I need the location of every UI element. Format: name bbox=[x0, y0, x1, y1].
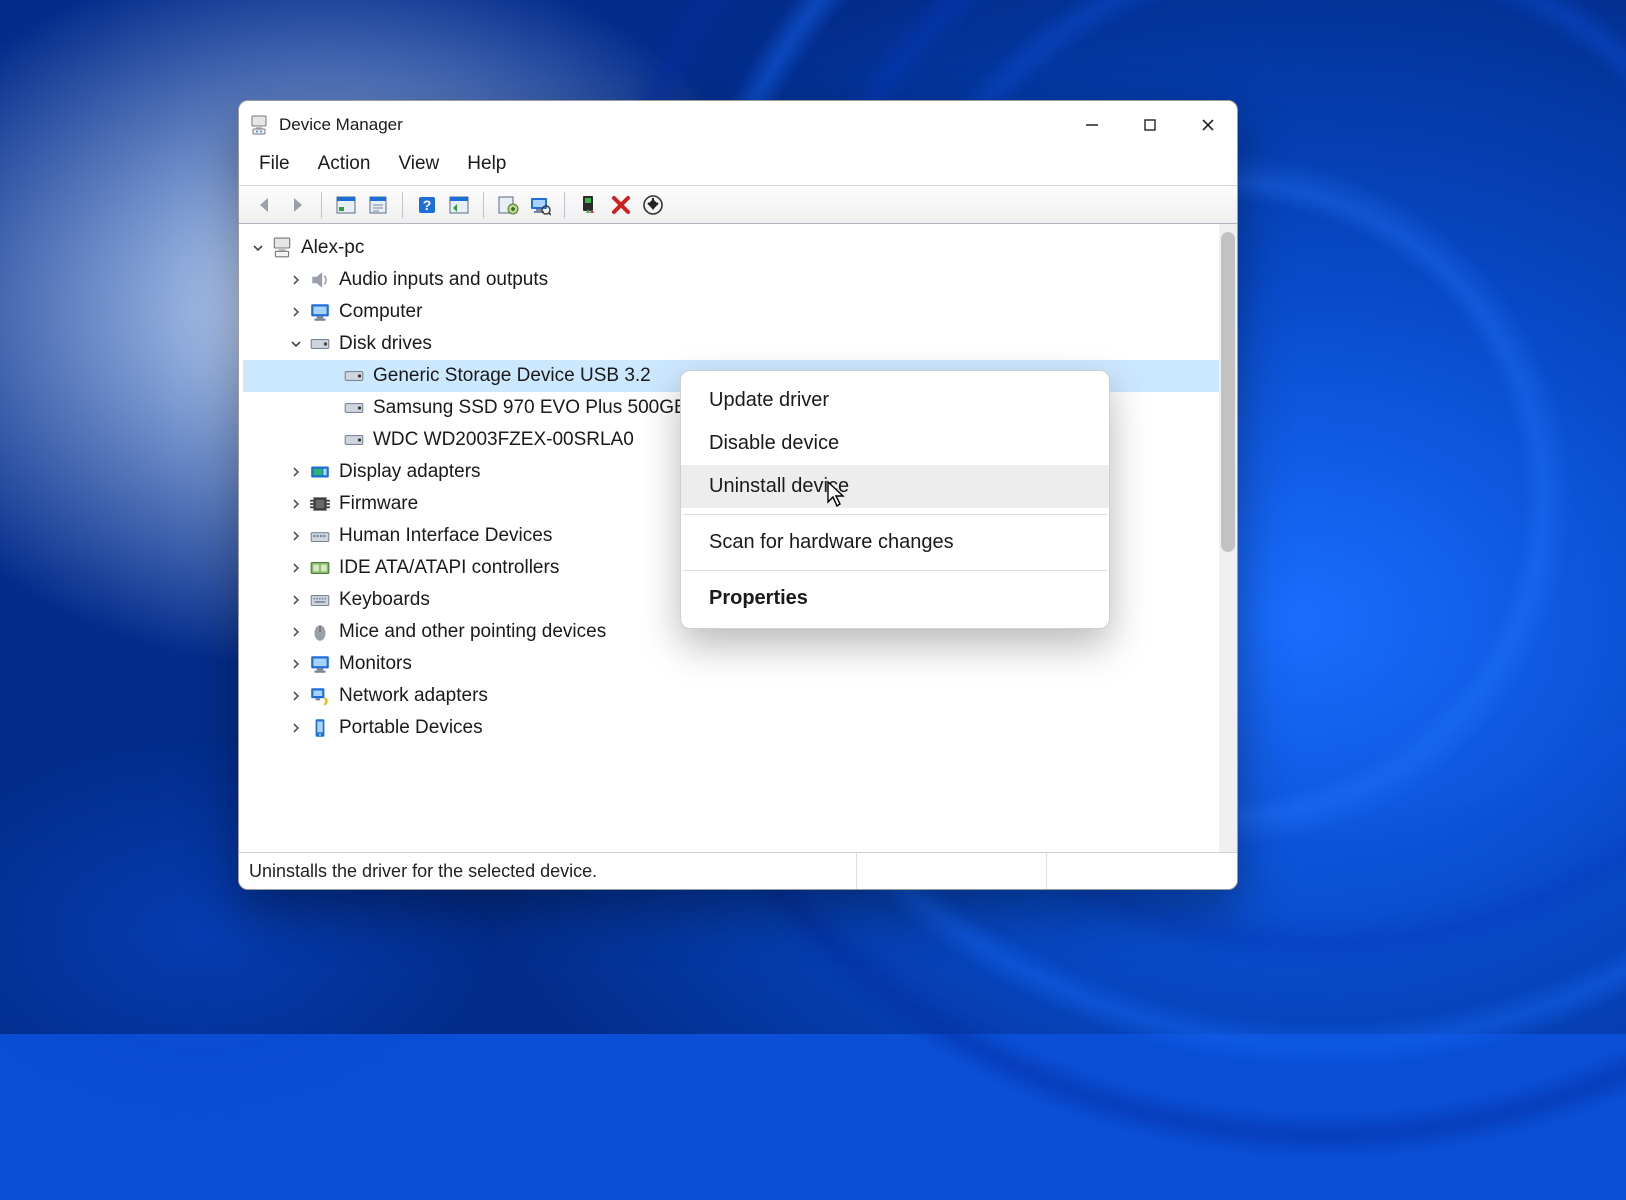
status-cell bbox=[1047, 853, 1237, 889]
tree-item-disk-drives[interactable]: Disk drives bbox=[243, 328, 1219, 360]
context-menu-separator bbox=[683, 570, 1107, 571]
menubar: File Action View Help bbox=[239, 149, 1237, 186]
toolbar-back-button[interactable] bbox=[251, 191, 279, 219]
toolbar-forward-button[interactable] bbox=[283, 191, 311, 219]
disk-icon bbox=[343, 429, 365, 451]
context-menu-properties[interactable]: Properties bbox=[681, 577, 1109, 620]
hid-icon bbox=[309, 525, 331, 547]
chevron-down-icon[interactable] bbox=[287, 335, 305, 353]
tree-item-label: Network adapters bbox=[339, 685, 488, 707]
network-icon bbox=[309, 685, 331, 707]
statusbar: Uninstalls the driver for the selected d… bbox=[239, 853, 1237, 889]
tree-root[interactable]: Alex-pc bbox=[243, 232, 1219, 264]
scrollbar[interactable] bbox=[1219, 224, 1237, 852]
tree-item-label: Monitors bbox=[339, 653, 412, 675]
monitor-icon bbox=[309, 301, 331, 323]
context-menu-scan-hardware[interactable]: Scan for hardware changes bbox=[681, 521, 1109, 564]
context-menu: Update driver Disable device Uninstall d… bbox=[680, 370, 1110, 629]
tree-item-label: Mice and other pointing devices bbox=[339, 621, 606, 643]
close-button[interactable] bbox=[1179, 101, 1237, 149]
tree-item-audio[interactable]: Audio inputs and outputs bbox=[243, 264, 1219, 296]
svg-text:?: ? bbox=[423, 197, 432, 213]
toolbar-disable-device-button[interactable] bbox=[639, 191, 667, 219]
tree-item-label: Disk drives bbox=[339, 333, 432, 355]
toolbar-help-button[interactable]: ? bbox=[413, 191, 441, 219]
tree-item-label: WDC WD2003FZEX-00SRLA0 bbox=[373, 429, 634, 451]
scrollbar-thumb[interactable] bbox=[1221, 232, 1235, 552]
tree-item-computer[interactable]: Computer bbox=[243, 296, 1219, 328]
chevron-right-icon[interactable] bbox=[287, 559, 305, 577]
chip-icon bbox=[309, 493, 331, 515]
tree-item-label: Firmware bbox=[339, 493, 418, 515]
chevron-down-icon[interactable] bbox=[249, 239, 267, 257]
ide-icon bbox=[309, 557, 331, 579]
toolbar: ? bbox=[239, 186, 1237, 224]
toolbar-scan-hardware-button[interactable] bbox=[526, 191, 554, 219]
tree-item-label: Audio inputs and outputs bbox=[339, 269, 548, 291]
maximize-button[interactable] bbox=[1121, 101, 1179, 149]
context-menu-update-driver[interactable]: Update driver bbox=[681, 379, 1109, 422]
tree-item-label: Computer bbox=[339, 301, 422, 323]
minimize-button[interactable] bbox=[1063, 101, 1121, 149]
keyboard-icon bbox=[309, 589, 331, 611]
chevron-right-icon[interactable] bbox=[287, 463, 305, 481]
tree-item-portable[interactable]: Portable Devices bbox=[243, 712, 1219, 744]
chevron-right-icon[interactable] bbox=[287, 303, 305, 321]
chevron-right-icon[interactable] bbox=[287, 655, 305, 673]
menu-file[interactable]: File bbox=[245, 149, 304, 181]
toolbar-uninstall-device-button[interactable] bbox=[607, 191, 635, 219]
status-text: Uninstalls the driver for the selected d… bbox=[239, 853, 857, 889]
toolbar-update-driver-button[interactable] bbox=[494, 191, 522, 219]
chevron-right-icon[interactable] bbox=[287, 527, 305, 545]
mouse-icon bbox=[309, 621, 331, 643]
chevron-right-icon[interactable] bbox=[287, 719, 305, 737]
tree-item-monitors[interactable]: Monitors bbox=[243, 648, 1219, 680]
status-cell bbox=[857, 853, 1047, 889]
tree-item-label: Generic Storage Device USB 3.2 bbox=[373, 365, 651, 387]
toolbar-action-list-button[interactable] bbox=[445, 191, 473, 219]
chevron-right-icon[interactable] bbox=[287, 495, 305, 513]
disk-icon bbox=[343, 365, 365, 387]
tree-item-label: Display adapters bbox=[339, 461, 481, 483]
speaker-icon bbox=[309, 269, 331, 291]
computer-icon bbox=[271, 237, 293, 259]
monitor-icon bbox=[309, 653, 331, 675]
menu-view[interactable]: View bbox=[384, 149, 453, 181]
chevron-right-icon[interactable] bbox=[287, 687, 305, 705]
titlebar[interactable]: Device Manager bbox=[239, 101, 1237, 149]
portable-device-icon bbox=[309, 717, 331, 739]
window-title: Device Manager bbox=[279, 115, 1063, 135]
disk-icon bbox=[343, 397, 365, 419]
tree-item-label: Human Interface Devices bbox=[339, 525, 552, 547]
context-menu-separator bbox=[683, 514, 1107, 515]
tree-item-label: Samsung SSD 970 EVO Plus 500GB bbox=[373, 397, 687, 419]
toolbar-properties-button[interactable] bbox=[364, 191, 392, 219]
menu-help[interactable]: Help bbox=[453, 149, 520, 181]
app-icon bbox=[249, 115, 269, 135]
tree-item-label: IDE ATA/ATAPI controllers bbox=[339, 557, 559, 579]
chevron-right-icon[interactable] bbox=[287, 271, 305, 289]
display-adapter-icon bbox=[309, 461, 331, 483]
tree-item-network[interactable]: Network adapters bbox=[243, 680, 1219, 712]
chevron-right-icon[interactable] bbox=[287, 591, 305, 609]
tree-item-label: Portable Devices bbox=[339, 717, 483, 739]
tree-root-label: Alex-pc bbox=[301, 237, 364, 259]
tree-item-label: Keyboards bbox=[339, 589, 430, 611]
chevron-right-icon[interactable] bbox=[287, 623, 305, 641]
toolbar-show-hide-tree-button[interactable] bbox=[332, 191, 360, 219]
toolbar-enable-device-button[interactable] bbox=[575, 191, 603, 219]
context-menu-disable-device[interactable]: Disable device bbox=[681, 422, 1109, 465]
context-menu-uninstall-device[interactable]: Uninstall device bbox=[681, 465, 1109, 508]
disk-icon bbox=[309, 333, 331, 355]
menu-action[interactable]: Action bbox=[304, 149, 385, 181]
